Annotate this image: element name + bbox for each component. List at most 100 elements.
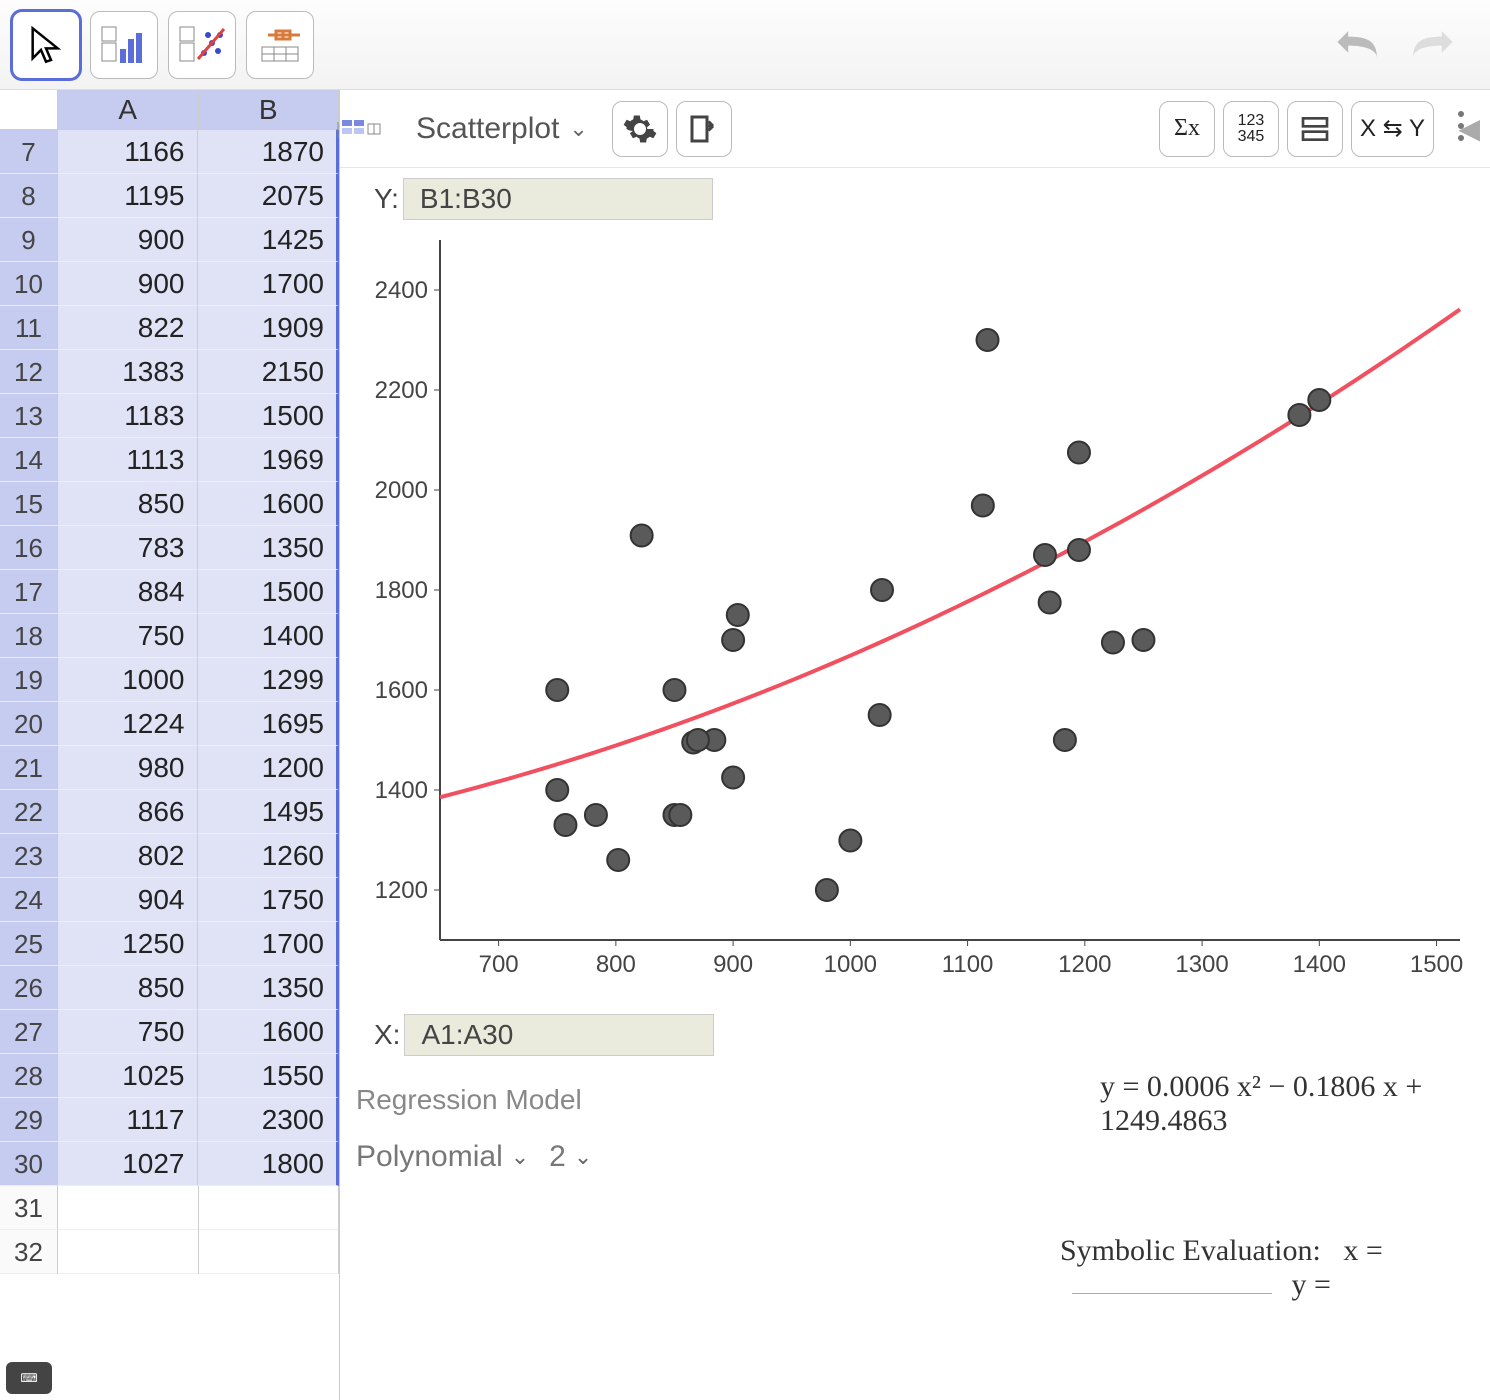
cell-a[interactable]: 980 [58, 746, 198, 790]
cell-b[interactable]: 1500 [198, 394, 340, 438]
cell-b[interactable]: 1400 [198, 614, 340, 658]
redo-button[interactable] [1404, 20, 1458, 69]
cell-a[interactable]: 1000 [58, 658, 198, 702]
table-row[interactable]: 19 1000 1299 [0, 658, 339, 702]
table-row[interactable]: 25 1250 1700 [0, 922, 339, 966]
summary-tool-button[interactable] [246, 11, 314, 79]
cell-a[interactable]: 783 [58, 526, 198, 570]
cell-b[interactable]: 2300 [198, 1098, 340, 1142]
cell-b[interactable]: 1495 [198, 790, 340, 834]
table-row[interactable]: 18 750 1400 [0, 614, 339, 658]
panel-divider-handle[interactable] [334, 110, 386, 162]
cell-b[interactable] [199, 1230, 340, 1274]
cell-a[interactable]: 750 [58, 1010, 198, 1054]
row-header[interactable]: 8 [0, 174, 58, 218]
cell-a[interactable]: 850 [58, 482, 198, 526]
row-header[interactable]: 10 [0, 262, 58, 306]
cell-a[interactable]: 822 [58, 306, 198, 350]
row-header[interactable]: 31 [0, 1186, 58, 1230]
row-header[interactable]: 20 [0, 702, 58, 746]
cell-b[interactable]: 1425 [198, 218, 340, 262]
cell-a[interactable] [58, 1186, 199, 1230]
cell-a[interactable]: 850 [58, 966, 198, 1010]
row-header[interactable]: 23 [0, 834, 58, 878]
cell-a[interactable]: 1250 [58, 922, 198, 966]
cell-b[interactable]: 1750 [198, 878, 340, 922]
cell-a[interactable]: 1027 [58, 1142, 198, 1186]
sym-x-input[interactable] [1072, 1293, 1272, 1294]
cell-b[interactable]: 1700 [198, 922, 340, 966]
row-header[interactable]: 21 [0, 746, 58, 790]
x-range-input[interactable]: A1:A30 [404, 1014, 714, 1056]
keyboard-toggle-button[interactable]: ⌨ [6, 1362, 52, 1394]
chart-type-select[interactable]: Scatterplot ⌄ [400, 101, 604, 157]
cell-a[interactable]: 1224 [58, 702, 198, 746]
row-header[interactable]: 25 [0, 922, 58, 966]
table-row[interactable]: 17 884 1500 [0, 570, 339, 614]
table-row[interactable]: 29 1117 2300 [0, 1098, 339, 1142]
cell-b[interactable]: 1909 [198, 306, 340, 350]
cell-a[interactable]: 1383 [58, 350, 198, 394]
row-header[interactable]: 13 [0, 394, 58, 438]
collapse-panel-button[interactable]: ◀ [1458, 112, 1480, 145]
table-row[interactable]: 21 980 1200 [0, 746, 339, 790]
row-header[interactable]: 7 [0, 130, 58, 174]
row-header[interactable]: 12 [0, 350, 58, 394]
row-header[interactable]: 29 [0, 1098, 58, 1142]
table-row[interactable]: 10 900 1700 [0, 262, 339, 306]
cell-b[interactable]: 1299 [198, 658, 340, 702]
table-row[interactable]: 27 750 1600 [0, 1010, 339, 1054]
cell-b[interactable]: 1969 [198, 438, 340, 482]
y-range-input[interactable]: B1:B30 [403, 178, 713, 220]
table-row[interactable]: 13 1183 1500 [0, 394, 339, 438]
column-header-b[interactable]: B [199, 90, 340, 130]
table-row[interactable]: 11 822 1909 [0, 306, 339, 350]
sigma-button[interactable]: Σx [1159, 101, 1215, 157]
table-row[interactable]: 20 1224 1695 [0, 702, 339, 746]
cell-a[interactable]: 1183 [58, 394, 198, 438]
table-row[interactable]: 30 1027 1800 [0, 1142, 339, 1186]
row-header[interactable]: 26 [0, 966, 58, 1010]
cell-a[interactable]: 900 [58, 218, 198, 262]
cell-a[interactable]: 1025 [58, 1054, 198, 1098]
cell-b[interactable]: 1350 [198, 526, 340, 570]
row-header[interactable]: 28 [0, 1054, 58, 1098]
cell-b[interactable]: 1870 [198, 130, 340, 174]
table-row[interactable]: 8 1195 2075 [0, 174, 339, 218]
cell-a[interactable]: 866 [58, 790, 198, 834]
cell-a[interactable]: 884 [58, 570, 198, 614]
sheet-corner[interactable] [0, 90, 58, 130]
settings-button[interactable] [612, 101, 668, 157]
cell-b[interactable]: 1695 [198, 702, 340, 746]
table-row[interactable]: 24 904 1750 [0, 878, 339, 922]
table-row[interactable]: 22 866 1495 [0, 790, 339, 834]
cell-a[interactable]: 750 [58, 614, 198, 658]
cell-b[interactable]: 1550 [198, 1054, 340, 1098]
table-row[interactable]: 7 1166 1870 [0, 130, 339, 174]
row-header[interactable]: 15 [0, 482, 58, 526]
row-header[interactable]: 18 [0, 614, 58, 658]
row-header[interactable]: 9 [0, 218, 58, 262]
cell-b[interactable]: 1500 [198, 570, 340, 614]
undo-button[interactable] [1332, 20, 1386, 69]
row-header[interactable]: 32 [0, 1230, 58, 1274]
row-header[interactable]: 17 [0, 570, 58, 614]
regression-type-select[interactable]: Polynomial ⌄ [356, 1140, 529, 1174]
cell-a[interactable]: 1195 [58, 174, 198, 218]
cell-b[interactable]: 2075 [198, 174, 340, 218]
cell-b[interactable]: 1350 [198, 966, 340, 1010]
table-row[interactable]: 14 1113 1969 [0, 438, 339, 482]
scatter-chart[interactable]: 1200140016001800200022002400700800900100… [350, 230, 1470, 1000]
cell-b[interactable]: 1200 [198, 746, 340, 790]
cell-a[interactable]: 900 [58, 262, 198, 306]
column-header-a[interactable]: A [58, 90, 199, 130]
row-header[interactable]: 19 [0, 658, 58, 702]
export-button[interactable] [676, 101, 732, 157]
table-row[interactable]: 15 850 1600 [0, 482, 339, 526]
cell-a[interactable]: 1113 [58, 438, 198, 482]
row-header[interactable]: 24 [0, 878, 58, 922]
table-row[interactable]: 32 [0, 1230, 339, 1274]
cell-a[interactable]: 1117 [58, 1098, 198, 1142]
swap-xy-button[interactable]: X ⇆ Y [1351, 101, 1434, 157]
one-var-tool-button[interactable] [90, 11, 158, 79]
